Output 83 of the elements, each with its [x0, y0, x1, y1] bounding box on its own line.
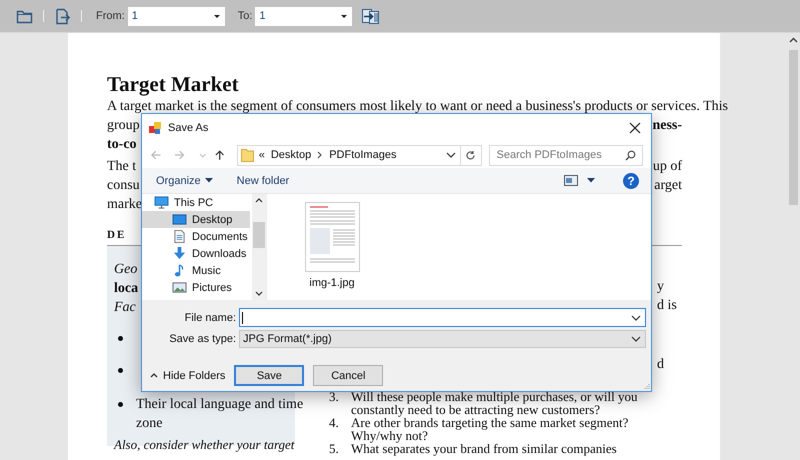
resize-grip-icon[interactable]	[643, 383, 650, 390]
field-label: File name:	[184, 312, 237, 324]
text-line: loca	[114, 280, 138, 298]
text-line: A target market is the segment of consumers most likely to want or need a business's products or services. This	[107, 98, 728, 116]
text-line: y	[657, 278, 664, 296]
document-title: Target Market	[107, 71, 240, 97]
folder-icon	[240, 148, 254, 162]
chevron-down-icon[interactable]	[631, 336, 641, 342]
bullet-icon	[118, 368, 123, 373]
hide-folders-button[interactable]: Hide Folders	[150, 370, 226, 382]
convert-icon[interactable]	[361, 8, 380, 24]
document-icon	[172, 230, 187, 243]
scroll-up-icon[interactable]	[255, 198, 263, 203]
text-line: consu	[107, 177, 140, 195]
up-arrow-icon[interactable]	[214, 149, 226, 161]
caret-icon[interactable]	[150, 373, 158, 378]
to-label: To:	[238, 10, 252, 22]
list-item-text: Will these people make multiple purchases, or will you constantly need to be attracting new customers?	[351, 390, 638, 416]
text-line: d	[657, 356, 664, 374]
chevron-down-icon[interactable]	[631, 314, 641, 320]
folder-tree-item[interactable]: This PC	[142, 194, 250, 211]
close-icon[interactable]	[629, 122, 641, 134]
text-line: Fac	[114, 299, 136, 317]
scroll-down-icon[interactable]	[255, 291, 263, 296]
address-bar[interactable]: « Desktop PDFtoImages	[236, 144, 482, 166]
list-number: 4.	[329, 416, 340, 432]
save-as-icon	[148, 121, 162, 135]
new-folder-button[interactable]: New folder	[234, 172, 292, 188]
text-line: Geo	[114, 261, 138, 279]
caret-icon[interactable]	[212, 12, 221, 20]
search-field[interactable]: Search PDFtoImages	[488, 144, 643, 166]
caret-icon[interactable]	[340, 12, 348, 20]
save-button[interactable]: Save	[234, 365, 304, 386]
table-header: DE	[107, 229, 126, 241]
scrollbar[interactable]	[252, 194, 266, 300]
desktop-icon	[172, 213, 187, 226]
scroll-up-icon[interactable]	[789, 37, 798, 43]
from-page-select[interactable]: 1	[128, 6, 225, 26]
bullet-text: Their local language and time zone	[136, 396, 304, 433]
from-label: From:	[96, 10, 125, 22]
download-arrow-icon	[172, 247, 187, 260]
list-number: 5.	[329, 442, 340, 455]
picture-icon	[172, 281, 187, 294]
document-thumbnail-drawing[interactable]	[304, 202, 360, 272]
export-icon[interactable]	[54, 8, 71, 24]
bullet-icon	[118, 336, 123, 341]
note-text: Also, consider whether your target	[114, 437, 294, 453]
text-line: up of	[652, 158, 682, 176]
chevron-right-icon[interactable]	[317, 151, 324, 159]
chevron-down-icon[interactable]	[446, 152, 456, 158]
text-line: to-co	[107, 136, 137, 154]
to-page-select[interactable]: 1	[255, 6, 352, 26]
organize-menu[interactable]: Organize	[154, 172, 215, 188]
folder-tree-item[interactable]: Downloads	[142, 245, 250, 262]
field-label: Save as type:	[168, 332, 237, 344]
bullet-icon	[118, 402, 123, 407]
view-icon[interactable]	[564, 175, 578, 186]
text-line: ness-	[652, 117, 682, 135]
text-line: arget	[654, 177, 682, 195]
text-line: marke	[107, 196, 142, 214]
refresh-icon[interactable]	[465, 150, 476, 160]
scrollbar-thumb[interactable]	[253, 222, 265, 248]
text-line: d is	[657, 297, 677, 315]
folder-tree-item[interactable]: Documents	[142, 228, 250, 245]
text-line: The t	[107, 158, 136, 176]
list-item-text: Are other brands targeting the same market segment? Why/why not?	[351, 416, 628, 442]
scrollbar-thumb[interactable]	[789, 50, 798, 205]
search-icon[interactable]	[624, 150, 636, 160]
folder-tree-item[interactable]: Music	[142, 262, 250, 279]
dialog-title: Save As	[168, 122, 208, 134]
caret-icon[interactable]	[204, 178, 213, 183]
help-button[interactable]: ?	[623, 172, 639, 188]
file-name-field[interactable]	[239, 308, 646, 327]
folder-tree-item[interactable]: Desktop	[142, 211, 250, 228]
file-name[interactable]: img-1.jpg	[309, 277, 355, 289]
caret-icon[interactable]	[587, 178, 595, 183]
cancel-button[interactable]: Cancel	[313, 365, 384, 386]
file-type-select[interactable]: JPG Format(*.jpg)	[239, 330, 646, 348]
list-item-text: What separates your brand from similar companies	[351, 442, 617, 455]
list-number: 3.	[329, 390, 340, 406]
text-line: group	[107, 117, 140, 135]
folder-tree-item[interactable]: Pictures	[142, 279, 250, 296]
computer-icon	[154, 196, 169, 209]
